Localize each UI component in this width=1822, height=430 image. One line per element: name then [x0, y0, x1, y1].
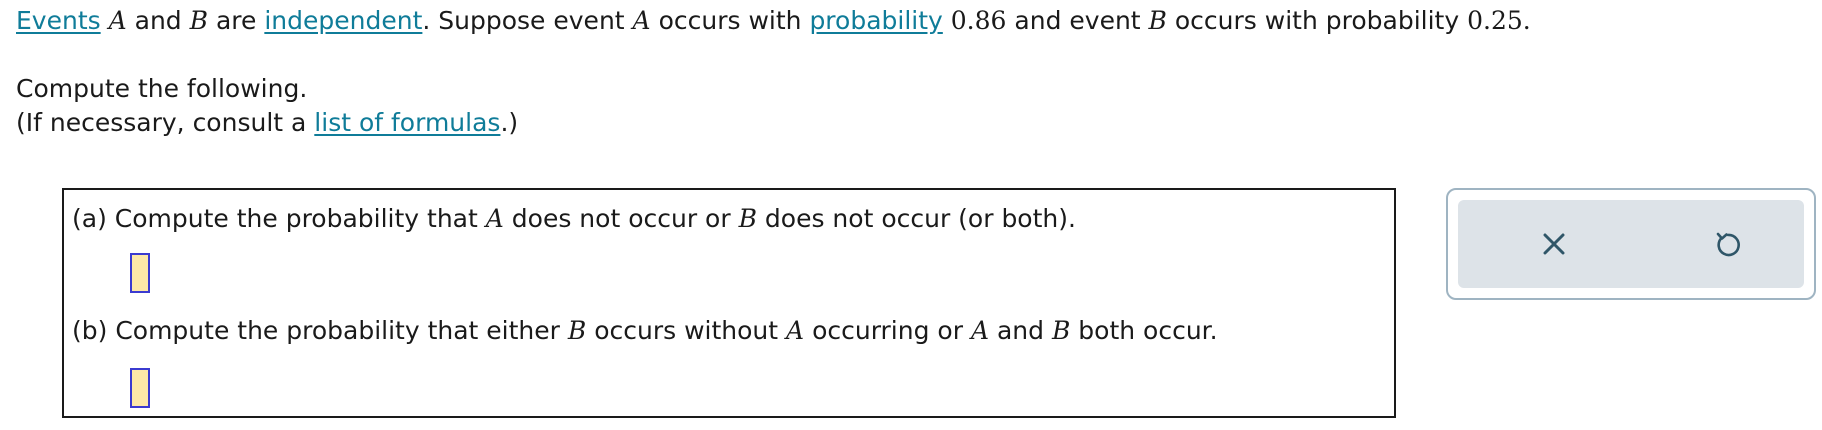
- text: occurs without: [594, 316, 779, 345]
- var-a: A: [485, 204, 504, 233]
- text: occurring or: [812, 316, 963, 345]
- var-a: A: [786, 316, 805, 345]
- probability-b-value: 0.25: [1467, 6, 1523, 35]
- question-box: (a) Compute the probability that A does …: [62, 188, 1396, 418]
- text: and event: [1014, 6, 1141, 35]
- text: and: [134, 6, 182, 35]
- tools-bar: [1458, 200, 1804, 288]
- part-a-question: (a) Compute the probability that A does …: [72, 204, 1076, 233]
- undo-button[interactable]: [1706, 222, 1750, 266]
- probability-a-value: 0.86: [950, 6, 1007, 35]
- text: (b) Compute the probability that either: [72, 316, 560, 345]
- var-a: A: [632, 6, 651, 35]
- text: (If necessary, consult a: [16, 108, 307, 137]
- text: both occur.: [1078, 316, 1218, 345]
- undo-icon: [1716, 232, 1740, 257]
- text: occurs with probability: [1174, 6, 1460, 35]
- part-b-answer-input[interactable]: [130, 368, 150, 408]
- text: and: [996, 316, 1045, 345]
- part-b-question: (b) Compute the probability that either …: [72, 316, 1218, 345]
- formulas-link[interactable]: list of formulas: [314, 108, 500, 137]
- consult-formulas: (If necessary, consult a list of formula…: [16, 108, 518, 137]
- part-a-answer-input[interactable]: [130, 253, 150, 293]
- text: does not occur (or both).: [764, 204, 1076, 233]
- text: occurs with: [658, 6, 802, 35]
- text: does not occur or: [511, 204, 731, 233]
- var-b: B: [1148, 6, 1167, 35]
- var-b: B: [1051, 316, 1071, 345]
- independent-link[interactable]: independent: [264, 6, 422, 35]
- answer-tools-panel: [1446, 188, 1816, 300]
- compute-instruction: Compute the following.: [16, 74, 308, 103]
- var-a: A: [970, 316, 990, 345]
- var-a: A: [108, 6, 127, 35]
- clear-button[interactable]: [1532, 222, 1576, 266]
- close-icon: [1543, 233, 1565, 255]
- problem-statement: Events A and B are independent. Suppose …: [16, 6, 1531, 35]
- text: .): [500, 108, 519, 137]
- text: . Suppose event: [422, 6, 625, 35]
- text: (a) Compute the probability that: [72, 204, 478, 233]
- period: .: [1522, 6, 1531, 35]
- probability-link[interactable]: probability: [809, 6, 942, 35]
- var-b: B: [189, 6, 208, 35]
- events-link[interactable]: Events: [16, 6, 101, 35]
- var-b: B: [738, 204, 757, 233]
- text: are: [215, 6, 257, 35]
- var-b: B: [567, 316, 587, 345]
